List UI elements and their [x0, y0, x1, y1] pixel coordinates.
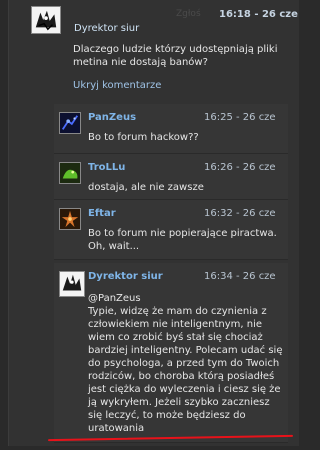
green-creature-avatar-icon: [60, 163, 80, 183]
author-name[interactable]: TroLLu: [88, 162, 125, 173]
root-comment-header: Zgłoś 16:18 - 26 cze Dyrektor siur: [9, 0, 300, 34]
comment-text: Bo to forum hackow??: [88, 132, 199, 143]
author-name[interactable]: PanZeus: [88, 112, 136, 123]
reply-item: Eftar 16:32 - 26 cze Bo to forum nie pop…: [54, 200, 288, 260]
hide-comments-link[interactable]: Ukryj komentarze: [73, 80, 161, 91]
timestamp: 16:26 - 26 cze: [204, 162, 276, 173]
mention[interactable]: @PanZeus: [88, 292, 283, 305]
ink-portrait-avatar-icon: [60, 272, 84, 296]
avatar[interactable]: [59, 271, 85, 297]
reply-item: Dyrektor siur 16:34 - 26 cze @PanZeus Ty…: [54, 263, 288, 443]
comment-text-body: Typie, widzę że mam do czynienia z człow…: [88, 306, 283, 434]
nebula-avatar-icon: [60, 113, 80, 133]
avatar[interactable]: [59, 208, 81, 230]
comment-text: Dlaczego ludzie którzy udostępniają plik…: [73, 44, 278, 68]
timestamp: 16:18 - 26 cze: [219, 9, 298, 20]
comment-text: dostaja, ale nie zawsze: [88, 182, 204, 193]
timestamp: 16:34 - 26 cze: [204, 271, 276, 282]
timestamp: 16:32 - 26 cze: [204, 208, 276, 219]
author-name[interactable]: Eftar: [88, 208, 116, 219]
avatar[interactable]: [59, 162, 81, 184]
comment-text: Bo to forum nie popierające piractwa. Oh…: [88, 228, 277, 252]
fire-star-avatar-icon: [60, 209, 80, 229]
reply-item: PanZeus 16:25 - 26 cze Bo to forum hacko…: [54, 104, 288, 154]
author-name[interactable]: Dyrektor siur: [74, 23, 139, 34]
avatar[interactable]: [31, 6, 61, 34]
avatar[interactable]: [59, 112, 81, 134]
ink-portrait-avatar-icon: [32, 7, 60, 33]
comment-text: @PanZeus Typie, widzę że mam do czynieni…: [88, 292, 283, 435]
timestamp: 16:25 - 26 cze: [204, 112, 276, 123]
report-link[interactable]: Zgłoś: [176, 9, 201, 19]
author-name[interactable]: Dyrektor siur: [88, 271, 163, 282]
reply-item: TroLLu 16:26 - 26 cze dostaja, ale nie z…: [54, 154, 288, 200]
